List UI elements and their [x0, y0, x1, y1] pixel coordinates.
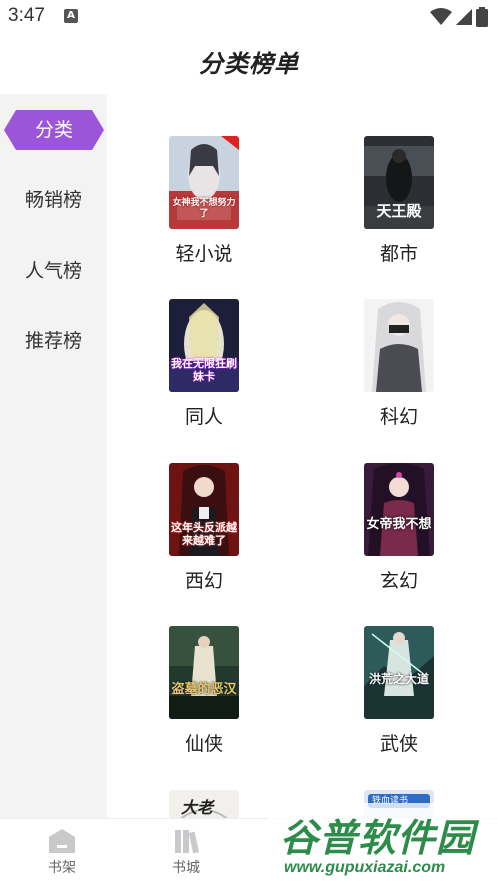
status-icons [430, 7, 488, 27]
category-label: 仙侠 [184, 733, 223, 755]
sidebar-item-recommended[interactable]: 推荐榜 [0, 321, 107, 361]
nav-label: 书城 [172, 860, 200, 876]
cover-text: 这年头反派越来越难了 [171, 521, 237, 547]
category-card-scifi[interactable]: 科幻 [339, 299, 459, 429]
book-cover: 这年头反派越来越难了 [169, 463, 239, 556]
cover-text: 大老 [181, 798, 214, 817]
notification-icon: A [64, 9, 78, 23]
category-label: 武侠 [379, 733, 418, 755]
sidebar: 分类 畅销榜 人气榜 推荐榜 [0, 94, 107, 818]
sidebar-item-label: 人气榜 [24, 260, 82, 282]
category-label: 西幻 [184, 570, 223, 592]
book-cover: 洪荒之大道 [364, 626, 434, 719]
signal-icon [456, 9, 472, 25]
category-label: 都市 [379, 243, 418, 265]
category-label: 玄幻 [379, 570, 418, 592]
cover-text: 洪荒之大道 [368, 672, 429, 686]
status-bar: 3:47 A [0, 0, 498, 34]
book-cover: 天王殿 [364, 136, 434, 229]
cover-text: 我在无限狂刷妹卡 [171, 357, 237, 383]
category-grid: 女神我不想努力了 轻小说 天王殿 都市 我在无限狂刷妹卡 同人 科幻 这年头反派… [107, 94, 498, 818]
watermark-title: 谷普软件园 [280, 816, 476, 860]
sidebar-item-label: 畅销榜 [24, 189, 82, 211]
sidebar-item-popular[interactable]: 人气榜 [0, 251, 107, 291]
category-label: 轻小说 [175, 243, 233, 265]
sidebar-item-category[interactable]: 分类 [4, 110, 104, 150]
category-card-xianxia[interactable]: 盗墓的恶汉 仙侠 [144, 626, 264, 756]
book-cover: 女神我不想努力了 [169, 136, 239, 229]
wifi-icon [430, 8, 452, 25]
book-cover: 我在无限狂刷妹卡 [169, 299, 239, 392]
status-time: 3:47 [8, 5, 45, 26]
category-card-light-novel[interactable]: 女神我不想努力了 轻小说 [144, 136, 264, 266]
category-card-xuanhuan[interactable]: 女帝我不想 玄幻 [339, 463, 459, 593]
cover-text: 女神我不想努力了 [172, 198, 236, 219]
category-label: 科幻 [379, 406, 418, 428]
bookshelf-icon [49, 829, 75, 853]
category-card-wuxia[interactable]: 洪荒之大道 武侠 [339, 626, 459, 756]
category-card-partial[interactable]: 大老 [144, 790, 264, 818]
category-card-fanfic[interactable]: 我在无限狂刷妹卡 同人 [144, 299, 264, 429]
sidebar-item-bestseller[interactable]: 畅销榜 [0, 180, 107, 220]
category-label: 同人 [184, 406, 223, 428]
cover-text: 盗墓的恶汉 [171, 682, 237, 697]
page-title: 分类榜单 [199, 50, 299, 78]
battery-icon [476, 7, 488, 27]
book-cover: 大老 [169, 790, 239, 818]
nav-label: 书架 [48, 860, 76, 876]
watermark: 谷普软件园 www.gupuxiazai.com [268, 803, 498, 887]
book-cover: 盗墓的恶汉 [169, 626, 239, 719]
cover-text: 天王殿 [376, 202, 422, 220]
sidebar-item-label: 分类 [34, 119, 73, 141]
nav-bookshelf[interactable]: 书架 [32, 827, 92, 877]
category-card-urban[interactable]: 天王殿 都市 [339, 136, 459, 266]
nav-bookstore[interactable]: 书城 [156, 827, 216, 877]
sidebar-item-label: 推荐榜 [24, 330, 82, 352]
book-cover [364, 299, 434, 392]
book-cover: 女帝我不想 [364, 463, 434, 556]
category-card-western-fantasy[interactable]: 这年头反派越来越难了 西幻 [144, 463, 264, 593]
cover-text: 女帝我不想 [366, 517, 432, 532]
bookstore-icon [175, 830, 200, 854]
watermark-url: www.gupuxiazai.com [284, 859, 446, 876]
